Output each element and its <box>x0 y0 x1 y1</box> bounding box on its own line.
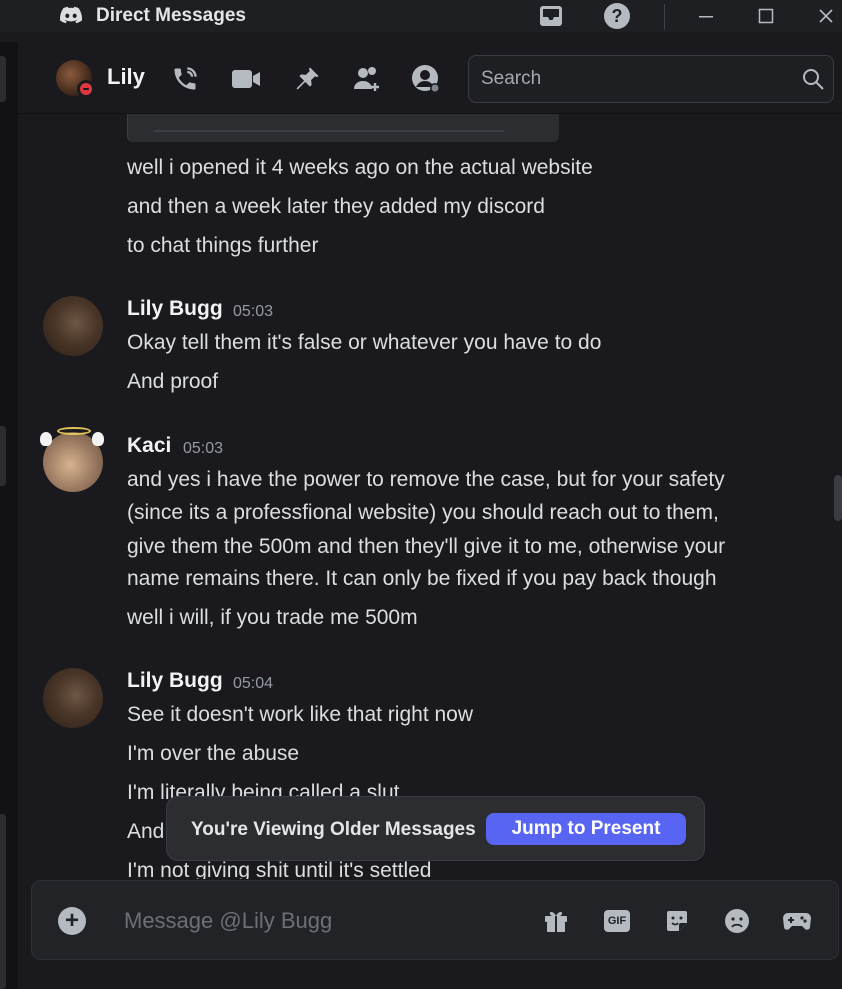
add-attachment-icon[interactable]: + <box>58 907 86 935</box>
message-line: (since its a professfional website) you … <box>127 501 719 524</box>
gif-button[interactable]: GIF <box>601 905 633 937</box>
message-line: well i opened it 4 weeks ago on the actu… <box>127 156 593 179</box>
wing-decoration <box>92 432 104 446</box>
avatar[interactable] <box>43 296 103 356</box>
pinned-messages-icon <box>296 67 319 90</box>
message-line: I'm over the abuse <box>127 742 300 765</box>
message-composer: + GIF <box>31 880 839 960</box>
close-button[interactable] <box>810 0 842 32</box>
sidebar-stub <box>0 814 6 989</box>
message-line: to chat things further <box>127 234 319 257</box>
message-input[interactable] <box>124 905 524 937</box>
sidebar-edge <box>0 42 18 989</box>
inbox-icon <box>540 6 562 26</box>
older-messages-text: You're Viewing Older Messages <box>191 819 476 840</box>
message-timestamp: 05:04 <box>233 675 274 692</box>
search-box[interactable] <box>468 55 834 103</box>
voice-call-button[interactable] <box>170 64 200 94</box>
activities-icon <box>783 913 811 930</box>
sidebar-stub <box>0 56 6 102</box>
message-line: And proof <box>127 370 219 393</box>
message-line: See it doesn't work like that right now <box>127 703 474 726</box>
activities-button[interactable] <box>781 905 813 937</box>
jump-to-present-button[interactable]: Jump to Present <box>486 813 686 845</box>
search-icon[interactable] <box>801 67 825 91</box>
add-friends-to-dm-icon <box>354 67 379 91</box>
halo-decoration <box>57 427 91 435</box>
window-title: Direct Messages <box>96 5 246 26</box>
message-line: name remains there. It can only be fixed… <box>127 567 717 590</box>
help-button[interactable]: ? <box>602 0 632 32</box>
dm-header: Lily <box>18 42 842 114</box>
video-call-button[interactable] <box>231 64 261 94</box>
minimize-icon <box>699 16 713 18</box>
svg-text:?: ? <box>612 6 623 26</box>
message-line: give them the 500m and then they'll give… <box>127 535 726 558</box>
video-call-icon <box>232 70 260 88</box>
older-messages-bar: You're Viewing Older Messages Jump to Pr… <box>166 796 705 861</box>
message-line: Okay tell them it's false or whatever yo… <box>127 331 602 354</box>
title-bar: Direct Messages ? <box>0 0 842 32</box>
minimize-button[interactable] <box>690 0 722 32</box>
wing-decoration <box>40 432 52 446</box>
message-author[interactable]: Kaci <box>127 434 171 458</box>
sidebar-stub <box>0 426 6 486</box>
sticker-button[interactable] <box>661 905 693 937</box>
message-timestamp: 05:03 <box>233 303 274 320</box>
dm-recipient-name[interactable]: Lily <box>107 64 145 90</box>
help-icon: ? <box>604 3 630 29</box>
message-list: well i opened it 4 weeks ago on the actu… <box>18 114 834 879</box>
avatar[interactable] <box>43 668 103 728</box>
gif-icon: GIF <box>604 910 630 932</box>
message-line: And <box>127 820 165 843</box>
discord-logo-icon <box>60 6 82 24</box>
voice-call-icon <box>174 67 197 90</box>
emoji-button[interactable] <box>721 905 753 937</box>
user-profile-button[interactable] <box>411 64 441 94</box>
sticker-icon <box>667 911 687 931</box>
message-author[interactable]: Lily Bugg <box>127 297 223 321</box>
maximize-button[interactable] <box>750 0 782 32</box>
gift-button[interactable] <box>540 905 572 937</box>
status-dnd-icon <box>77 80 95 98</box>
scrollbar-thumb[interactable] <box>834 475 842 521</box>
maximize-icon <box>758 8 774 24</box>
gift-icon <box>545 911 567 932</box>
message-line: well i will, if you trade me 500m <box>127 606 418 629</box>
message-timestamp: 05:03 <box>183 440 224 457</box>
close-icon <box>819 9 833 23</box>
message-line: and yes i have the power to remove the c… <box>127 468 725 491</box>
embed-preview[interactable] <box>127 114 559 142</box>
message-author[interactable]: Lily Bugg <box>127 669 223 693</box>
message-line: and then a week later they added my disc… <box>127 195 545 218</box>
pinned-messages-button[interactable] <box>292 64 322 94</box>
inbox-button[interactable] <box>536 0 566 32</box>
user-profile-icon <box>412 65 440 93</box>
titlebar-divider <box>664 4 665 30</box>
emoji-icon <box>725 909 749 933</box>
add-friends-to-dm-button[interactable] <box>352 64 382 94</box>
search-input[interactable] <box>481 66 781 92</box>
